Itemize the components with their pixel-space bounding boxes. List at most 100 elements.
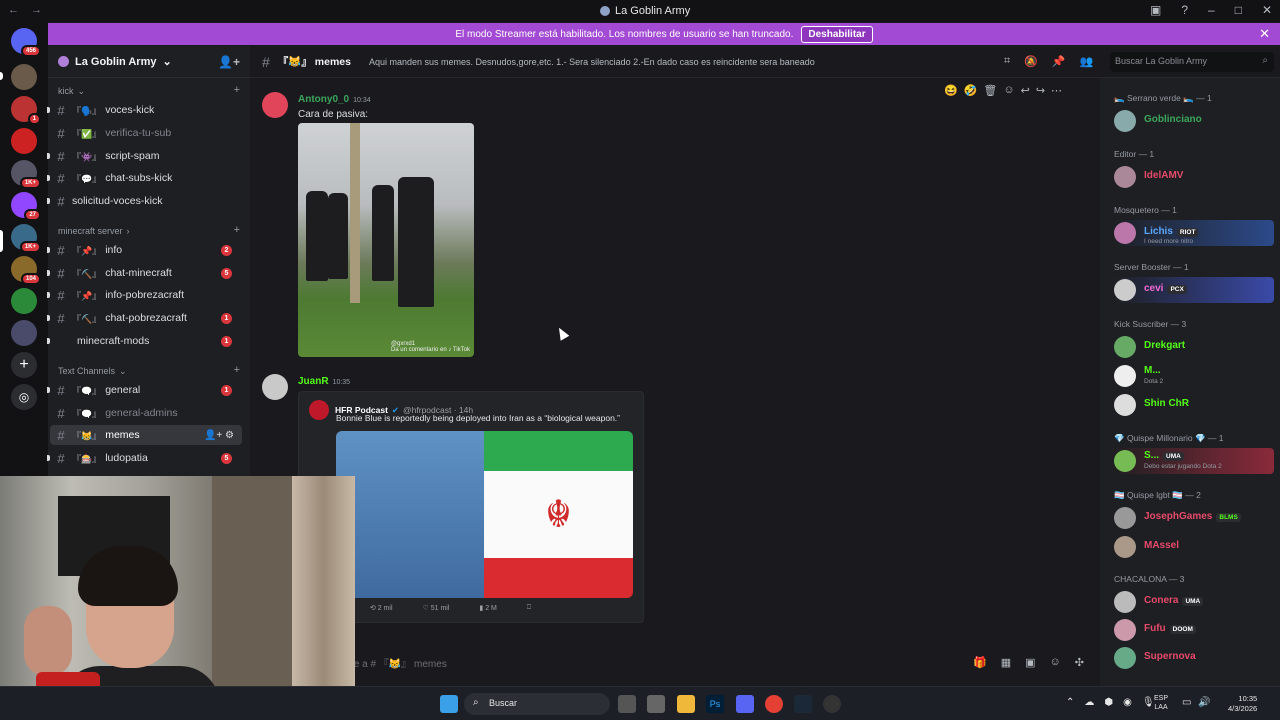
channel-info[interactable]: # 『📌』 info 2 bbox=[47, 240, 242, 260]
server-icon[interactable] bbox=[11, 64, 37, 90]
member-item[interactable]: Drekgart bbox=[1114, 336, 1274, 362]
member-item[interactable]: Fufu DOOM bbox=[1114, 619, 1274, 645]
reaction-emoji-icon[interactable]: 🤣 bbox=[964, 84, 978, 97]
add-server-icon[interactable]: + bbox=[11, 352, 37, 378]
member-item[interactable]: Shin ChR bbox=[1114, 394, 1274, 420]
server-icon[interactable] bbox=[11, 288, 37, 314]
mute-bell-icon[interactable]: 🔕 bbox=[1024, 55, 1038, 68]
add-channel-icon[interactable]: + bbox=[234, 84, 240, 96]
sticker-icon[interactable]: ▣ bbox=[1025, 656, 1035, 669]
tray-app-icon[interactable]: ☁ bbox=[1084, 697, 1094, 708]
tray-app-icon[interactable]: ◉ bbox=[1123, 697, 1132, 708]
member-item[interactable]: Lichis RIOT I need more nitro bbox=[1112, 220, 1274, 248]
chrome-icon[interactable] bbox=[765, 695, 783, 713]
bookmark-icon[interactable]: ⎕ bbox=[527, 604, 531, 612]
server-icon[interactable]: 104 bbox=[11, 256, 41, 285]
discord-icon[interactable] bbox=[736, 695, 754, 713]
app-icon[interactable] bbox=[823, 695, 841, 713]
taskbar-search[interactable]: ⌕ Buscar bbox=[464, 693, 610, 715]
member-item[interactable]: Conera UMA bbox=[1114, 591, 1274, 617]
start-icon[interactable] bbox=[440, 695, 458, 713]
inbox-icon[interactable]: ▣ bbox=[1150, 3, 1161, 17]
channel-minecraft-mods[interactable]: #minecraft-mods1 bbox=[47, 331, 242, 351]
task-view-icon[interactable] bbox=[618, 695, 636, 713]
message-input[interactable]: aje a # 『😹』 memes 🎁 ▦ ▣ ☺ ✣ bbox=[346, 655, 1090, 673]
members-icon[interactable]: 👥 bbox=[1080, 55, 1094, 68]
member-item[interactable]: IdelAMV bbox=[1114, 166, 1274, 192]
message-image[interactable]: @gxrxd1 Da un comentario en ♪ TikTok bbox=[298, 123, 474, 357]
volume-icon[interactable]: 🔊 bbox=[1198, 697, 1210, 708]
forward-icon[interactable]: ↪ bbox=[1036, 84, 1045, 97]
avatar[interactable] bbox=[262, 374, 288, 400]
avatar[interactable] bbox=[262, 92, 288, 118]
embed-image[interactable]: ☬ bbox=[336, 431, 633, 598]
invite-icon[interactable]: 👤+ bbox=[218, 55, 240, 69]
channel-solicitud-voces-kick[interactable]: # solicitud-voces-kick bbox=[47, 191, 242, 211]
message-author[interactable]: JuanR 10:35 bbox=[298, 376, 350, 387]
category-kick[interactable]: kick ⌄ + bbox=[58, 84, 240, 97]
server-icon[interactable] bbox=[11, 128, 37, 154]
app-icon[interactable] bbox=[647, 695, 665, 713]
twitch-server-icon[interactable]: 27 bbox=[11, 192, 41, 221]
server-icon[interactable]: 1 bbox=[11, 96, 41, 125]
channel-chat-minecraft[interactable]: # 『⛏️』 chat-minecraft 5 bbox=[47, 263, 242, 283]
back-button[interactable]: ← bbox=[8, 4, 19, 16]
home-button[interactable]: 456 bbox=[11, 28, 41, 57]
more-icon[interactable]: ⋯ bbox=[1051, 84, 1062, 97]
discover-icon[interactable]: ◎ bbox=[11, 384, 37, 410]
gift-icon[interactable]: 🎁 bbox=[973, 656, 987, 669]
message-author[interactable]: Antony0_0 10:34 bbox=[298, 94, 371, 105]
channel-general-admins[interactable]: # 『🗨️』 general-admins bbox=[50, 403, 242, 423]
reaction-emoji-icon[interactable]: 🗑 bbox=[983, 84, 997, 97]
channel-topic[interactable]: Aqui manden sus memes. Desnudos,gore,etc… bbox=[369, 57, 815, 67]
tray-app-icon[interactable]: ⬢ bbox=[1104, 697, 1113, 708]
reaction-emoji-icon[interactable]: 😆 bbox=[944, 84, 958, 97]
pin-icon[interactable]: 📌 bbox=[1052, 55, 1066, 68]
maximize-button[interactable]: □ bbox=[1235, 3, 1242, 17]
member-item[interactable]: S... UMA Debo estar jugando Dota 2 bbox=[1112, 448, 1274, 476]
network-icon[interactable]: ▭ bbox=[1182, 697, 1191, 708]
channel-voces-kick[interactable]: # 『🗣️』 voces-kick bbox=[47, 100, 242, 120]
close-window-button[interactable]: ✕ bbox=[1262, 3, 1272, 17]
apps-icon[interactable]: ✣ bbox=[1075, 656, 1084, 669]
emoji-icon[interactable]: ☺ bbox=[1050, 656, 1061, 669]
disable-streamer-button[interactable]: Deshabilitar bbox=[801, 25, 873, 43]
file-explorer-icon[interactable] bbox=[677, 695, 695, 713]
guild-header[interactable]: La Goblin Army ⌄ 👤+ bbox=[48, 46, 250, 78]
channel-ludopatia[interactable]: # 『🎰』 ludopatia 5 bbox=[47, 448, 242, 468]
channel-verifica-tu-sub[interactable]: # 『✅』 verifica-tu-sub bbox=[50, 123, 242, 143]
photoshop-icon[interactable]: Ps bbox=[706, 695, 724, 713]
help-icon[interactable]: ? bbox=[1181, 3, 1188, 17]
member-item[interactable]: Goblinciano bbox=[1114, 110, 1274, 136]
channel-general[interactable]: # 『🗨️』 general 1 bbox=[47, 380, 242, 400]
close-icon[interactable]: ✕ bbox=[1259, 26, 1270, 42]
channel-chat-pobrezacraft[interactable]: # 『⛏️』 chat-pobrezacraft 1 bbox=[47, 308, 242, 328]
forward-button[interactable]: → bbox=[31, 4, 42, 16]
member-item[interactable]: MAssel bbox=[1114, 536, 1274, 562]
channel-chat-subs-kick[interactable]: # 『💬』 chat-subs-kick bbox=[47, 168, 242, 188]
server-icon[interactable] bbox=[11, 320, 37, 346]
threads-icon[interactable]: ⌗ bbox=[1004, 55, 1010, 68]
channel-script-spam[interactable]: # 『👾』 script-spam bbox=[47, 146, 242, 166]
add-channel-icon[interactable]: + bbox=[234, 224, 240, 236]
member-item[interactable]: JosephGames BLMS bbox=[1114, 507, 1274, 533]
language-indicator[interactable]: ESP LAA bbox=[1154, 694, 1168, 712]
reply-icon[interactable]: ↩ bbox=[1021, 84, 1030, 97]
channel-info-pobrezacraft[interactable]: # 『📌』 info-pobrezacraft bbox=[47, 285, 242, 305]
steam-icon[interactable] bbox=[794, 695, 812, 713]
add-reaction-icon[interactable]: ☺ bbox=[1003, 84, 1014, 97]
category-text-channels[interactable]: Text Channels ⌄ + bbox=[58, 364, 240, 377]
member-item[interactable]: cevi PCX bbox=[1112, 277, 1274, 305]
gif-icon[interactable]: ▦ bbox=[1001, 656, 1011, 669]
clock[interactable]: 10:35 4/3/2026 bbox=[1228, 694, 1257, 714]
server-icon[interactable]: 1K+ bbox=[11, 160, 41, 189]
server-icon[interactable]: 1K+ bbox=[11, 224, 41, 253]
minimize-button[interactable]: – bbox=[1208, 3, 1215, 17]
search-input[interactable]: Buscar La Goblin Army ⌕ bbox=[1110, 52, 1274, 72]
category-minecraft[interactable]: minecraft server › + bbox=[58, 224, 240, 236]
member-item[interactable]: Supernova bbox=[1114, 647, 1274, 673]
channel-memes[interactable]: # 『😹』 memes 👤+ ⚙ bbox=[50, 425, 242, 445]
channel-settings-icon[interactable]: 👤+ ⚙ bbox=[204, 430, 234, 441]
microphone-icon[interactable]: 🎙 bbox=[1142, 697, 1155, 708]
add-channel-icon[interactable]: + bbox=[234, 364, 240, 376]
